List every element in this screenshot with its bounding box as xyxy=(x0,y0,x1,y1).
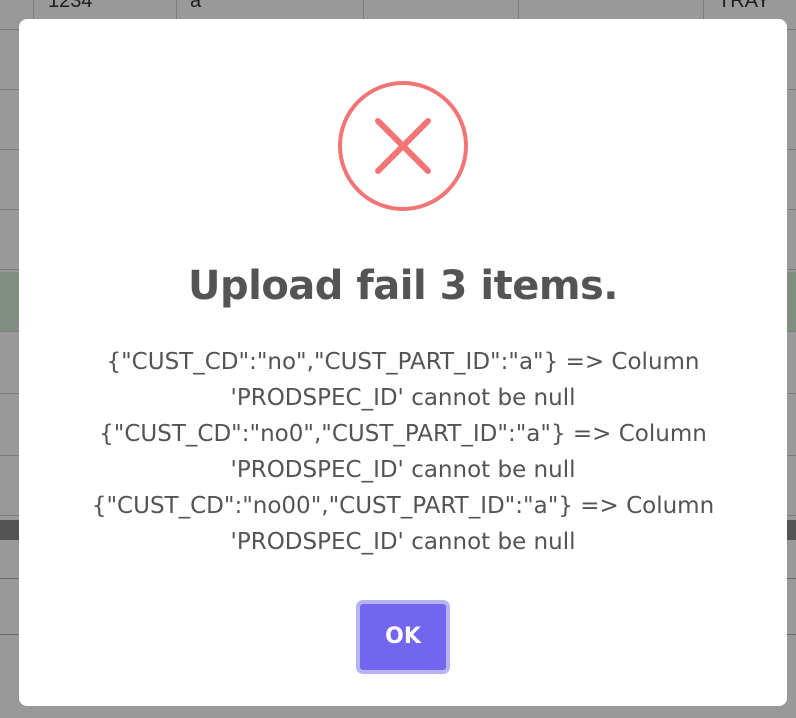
ok-button[interactable]: OK xyxy=(356,600,450,674)
dialog-title: Upload fail 3 items. xyxy=(188,263,619,309)
message-line: 'PRODSPEC_ID' cannot be null xyxy=(230,457,576,483)
dialog-message: {"CUST_CD":"no","CUST_PART_ID":"a"} => C… xyxy=(79,344,727,560)
message-line: {"CUST_CD":"no","CUST_PART_ID":"a"} => C… xyxy=(106,349,700,375)
message-line: {"CUST_CD":"no00","CUST_PART_ID":"a"} =>… xyxy=(91,493,715,519)
message-line: {"CUST_CD":"no0","CUST_PART_ID":"a"} => … xyxy=(99,421,707,447)
message-line: 'PRODSPEC_ID' cannot be null xyxy=(230,385,576,411)
error-dialog: Upload fail 3 items. {"CUST_CD":"no","CU… xyxy=(19,19,787,706)
error-x-circle-icon xyxy=(337,80,469,212)
page: 1234 a TRAY Upload fail 3 items. {"CUST_… xyxy=(0,0,796,718)
ok-button-label: OK xyxy=(360,604,446,670)
message-line: 'PRODSPEC_ID' cannot be null xyxy=(230,529,576,555)
